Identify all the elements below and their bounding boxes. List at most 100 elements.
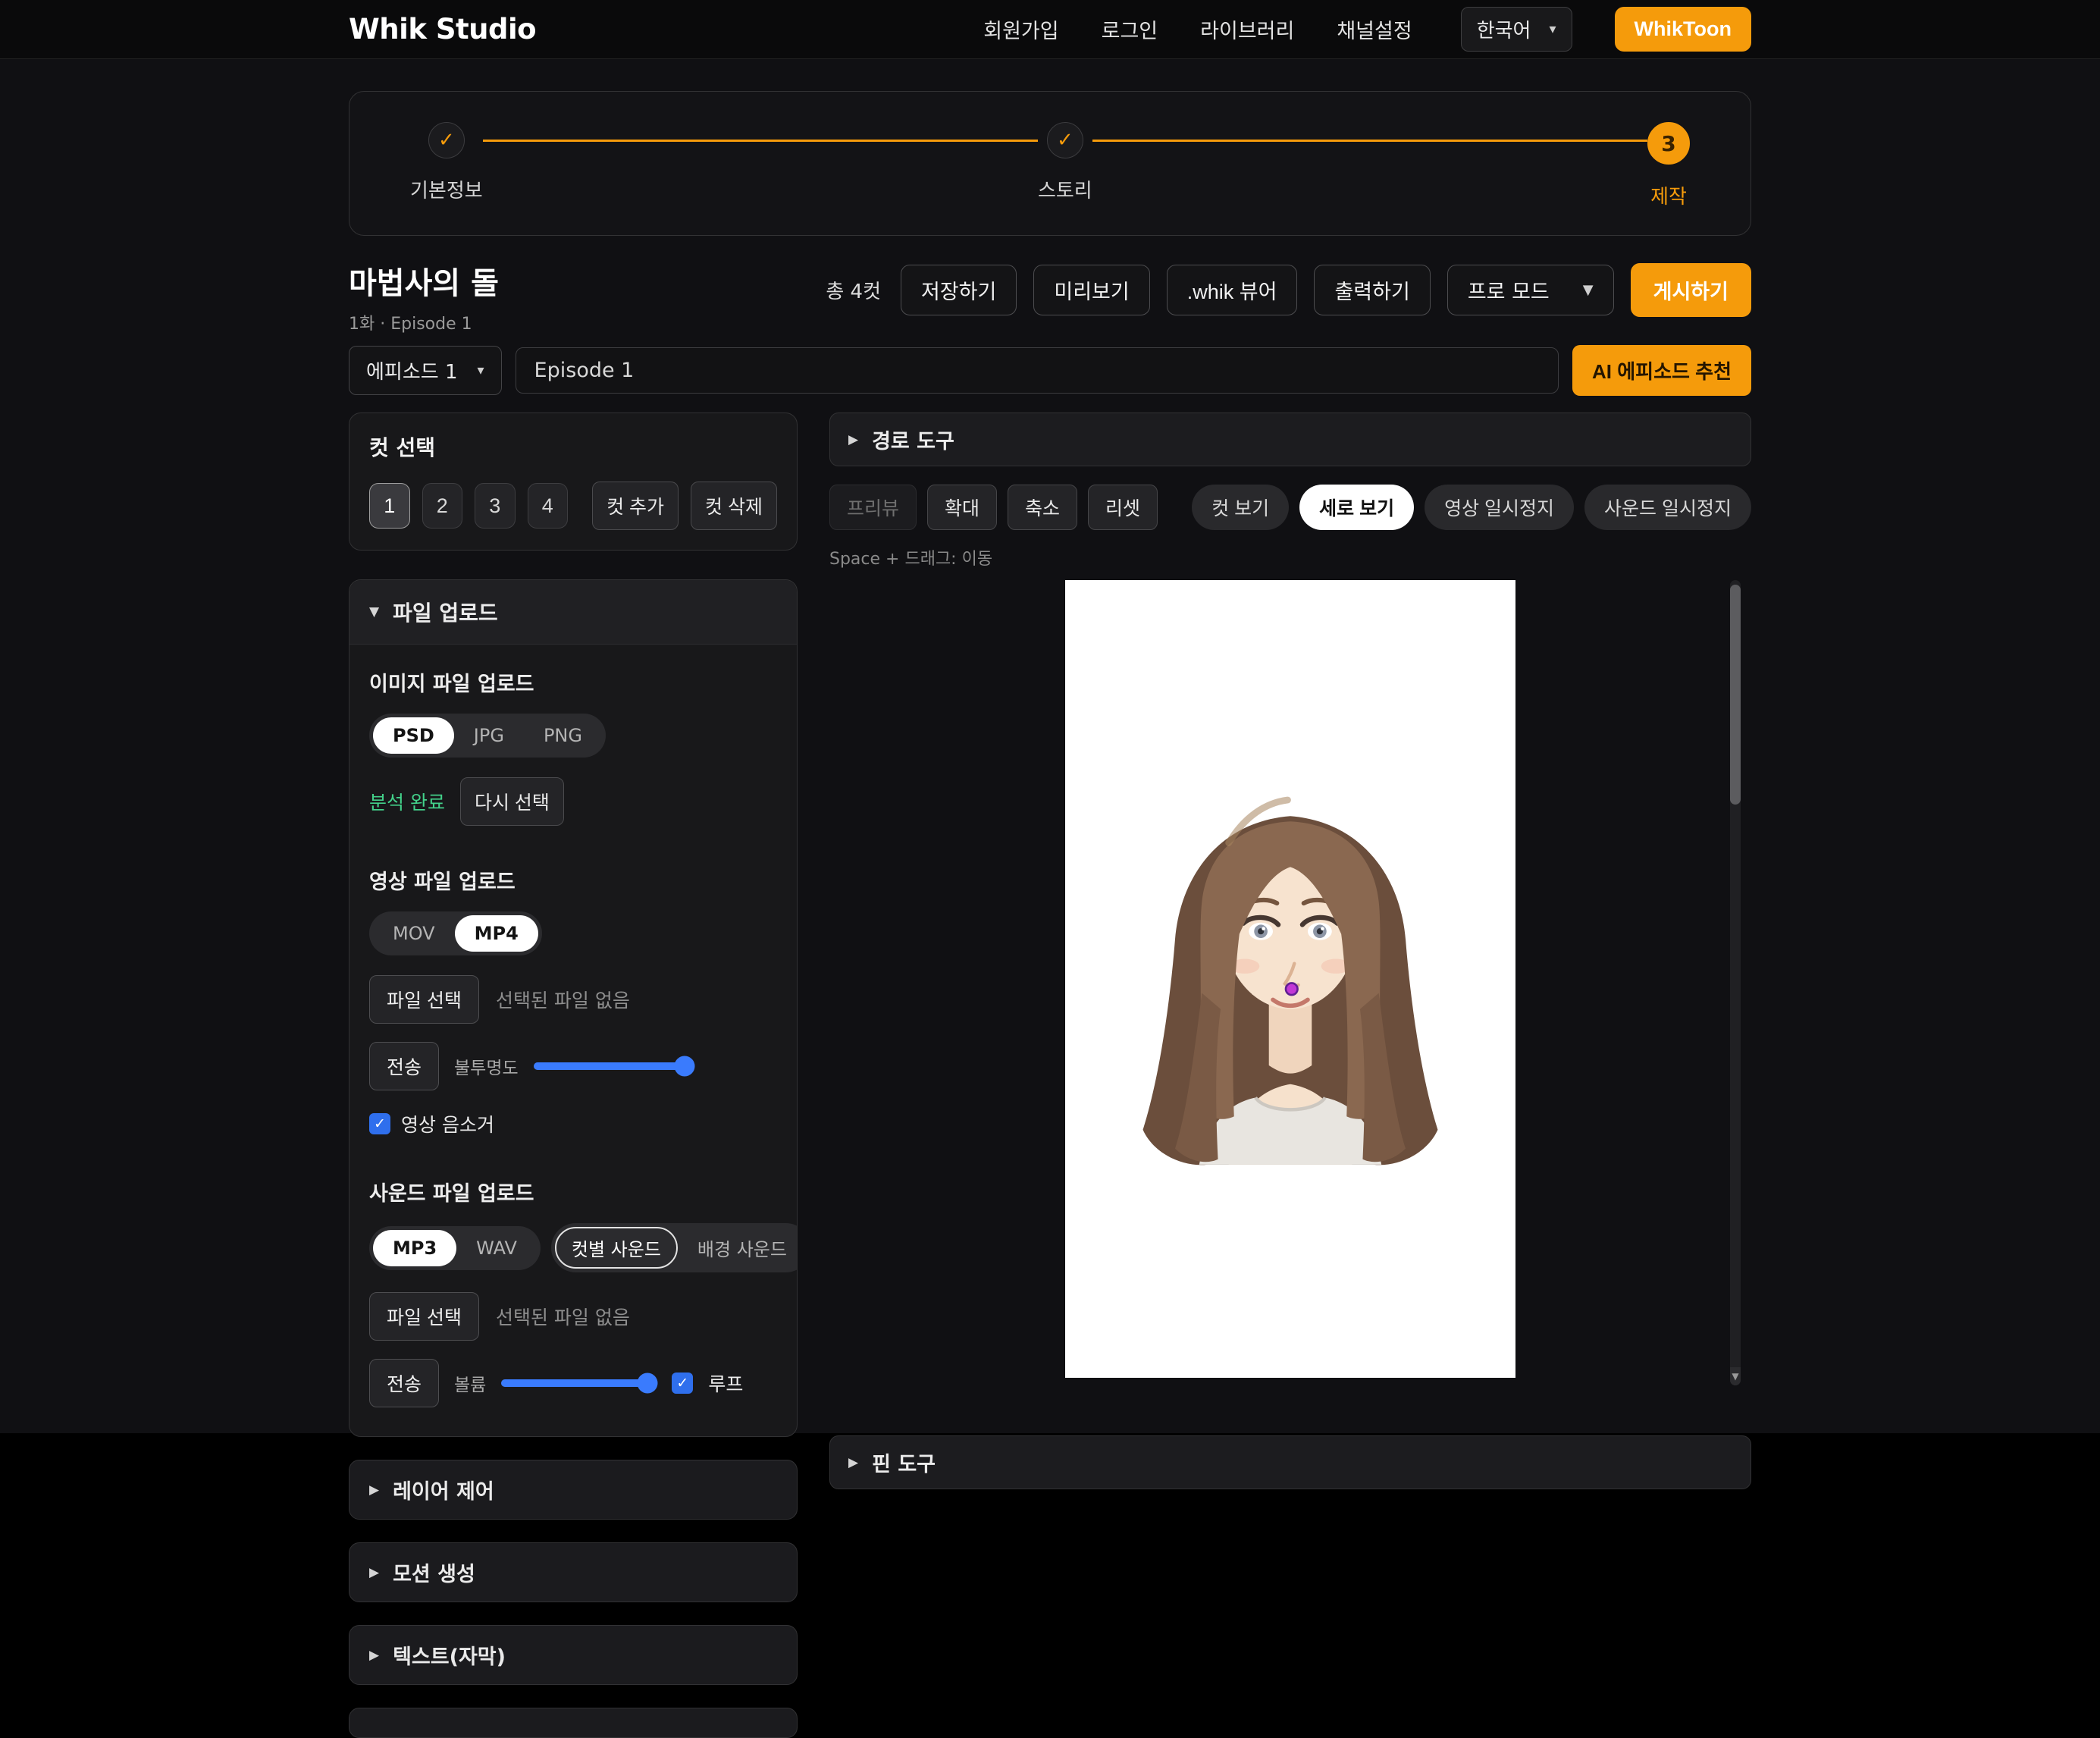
cut-view-button[interactable]: 컷 보기	[1192, 485, 1289, 530]
title-block: 마법사의 돌 1화 · Episode 1	[349, 259, 499, 334]
slider-thumb[interactable]	[674, 1056, 694, 1077]
scrollbar-thumb[interactable]	[1730, 585, 1741, 805]
format-option-mov[interactable]: MOV	[373, 915, 455, 952]
canvas-column: ▶ 경로 도구 프리뷰 확대 축소 리셋 컷 보기 세로 보기 영상 일시정지 …	[829, 413, 1751, 1489]
cut-artboard-image[interactable]	[1065, 580, 1515, 1378]
triangle-right-icon: ▶	[848, 1455, 858, 1470]
cut-button-2[interactable]: 2	[422, 483, 463, 529]
loop-label: 루프	[708, 1369, 743, 1397]
whiktoon-button[interactable]: WhikToon	[1615, 7, 1751, 52]
step-label: 제작	[1650, 181, 1687, 209]
reset-button[interactable]: 리셋	[1088, 485, 1158, 530]
video-pause-button[interactable]: 영상 일시정지	[1425, 485, 1574, 530]
step-production[interactable]: 3 제작	[1647, 122, 1690, 209]
triangle-down-icon: ▼	[1583, 282, 1594, 298]
canvas-scrollbar[interactable]: ▼	[1730, 580, 1741, 1385]
reselect-button[interactable]: 다시 선택	[460, 777, 564, 826]
sound-send-button[interactable]: 전송	[369, 1359, 439, 1407]
scrollbar-down-arrow-icon[interactable]: ▼	[1730, 1367, 1741, 1385]
step-connector-line	[483, 140, 1038, 142]
loop-checkbox[interactable]: ✓	[672, 1373, 693, 1394]
export-button[interactable]: 출력하기	[1314, 265, 1430, 315]
nav-item-signup[interactable]: 회원가입	[983, 14, 1058, 44]
preview-tool-button[interactable]: 프리뷰	[829, 485, 917, 530]
path-tool-title: 경로 도구	[872, 425, 954, 454]
cut-button-4[interactable]: 4	[528, 483, 569, 529]
video-send-button[interactable]: 전송	[369, 1042, 439, 1090]
whik-viewer-button[interactable]: .whik 뷰어	[1167, 265, 1298, 315]
title-row: 마법사의 돌 1화 · Episode 1 총 4컷 저장하기 미리보기 .wh…	[349, 259, 1751, 334]
ai-episode-suggest-button[interactable]: AI 에피소드 추천	[1572, 345, 1751, 396]
section-label: 모션 생성	[393, 1558, 475, 1587]
save-button[interactable]: 저장하기	[901, 265, 1017, 315]
mode-select-value: 프로 모드	[1468, 275, 1550, 305]
video-no-file-text: 선택된 파일 없음	[496, 986, 630, 1013]
cut-button-1[interactable]: 1	[369, 483, 410, 529]
motion-generate-section[interactable]: ▶ 모션 생성	[349, 1542, 798, 1602]
step-check-icon: ✓	[428, 122, 465, 158]
left-sidebar: 컷 선택 1 2 3 4 컷 추가 컷 삭제 ▼ 파일 업로드	[349, 413, 798, 1738]
path-tool-header[interactable]: ▶ 경로 도구	[829, 413, 1751, 466]
language-select[interactable]: 한국어 ▾	[1461, 7, 1572, 52]
format-option-mp3[interactable]: MP3	[373, 1230, 456, 1266]
brand-logo: Whik Studio	[349, 13, 536, 45]
format-option-jpg[interactable]: JPG	[454, 717, 524, 754]
publish-button[interactable]: 게시하기	[1631, 263, 1751, 317]
clipped-section[interactable]	[349, 1708, 798, 1738]
sound-scope-segmented: 컷별 사운드 배경 사운드	[551, 1223, 798, 1272]
section-label: 레이어 제어	[393, 1475, 494, 1504]
volume-label: 볼륨	[454, 1370, 486, 1396]
file-upload-panel: ▼ 파일 업로드 이미지 파일 업로드 PSD JPG PNG	[349, 579, 798, 1437]
cut-button-3[interactable]: 3	[475, 483, 516, 529]
canvas-toolbar: 프리뷰 확대 축소 리셋 컷 보기 세로 보기 영상 일시정지 사운드 일시정지	[829, 485, 1751, 530]
canvas-drag-hint: Space + 드래그: 이동	[829, 545, 1751, 569]
pin-tool-header[interactable]: ▶ 핀 도구	[829, 1435, 1751, 1489]
nav-item-library[interactable]: 라이브러리	[1200, 14, 1294, 44]
chevron-down-icon: ▾	[1549, 21, 1556, 37]
sound-upload-section: 사운드 파일 업로드 MP3 WAV 컷별 사운드 배경 사운드	[369, 1177, 777, 1407]
title-actions: 총 4컷 저장하기 미리보기 .whik 뷰어 출력하기 프로 모드 ▼ 게시하…	[826, 263, 1751, 317]
zoom-out-button[interactable]: 축소	[1008, 485, 1077, 530]
format-option-psd[interactable]: PSD	[373, 717, 454, 754]
nav-item-channel-settings[interactable]: 채널설정	[1337, 14, 1412, 44]
sound-no-file-text: 선택된 파일 없음	[496, 1303, 630, 1330]
layer-control-section[interactable]: ▶ 레이어 제어	[349, 1460, 798, 1520]
text-subtitle-section[interactable]: ▶ 텍스트(자막)	[349, 1625, 798, 1685]
slider-fill	[501, 1379, 647, 1387]
slider-thumb[interactable]	[638, 1373, 658, 1394]
preview-button[interactable]: 미리보기	[1033, 265, 1149, 315]
video-upload-section: 영상 파일 업로드 MOV MP4 파일 선택 선택된 파일 없음	[369, 865, 777, 1137]
step-number-badge: 3	[1647, 122, 1690, 165]
file-upload-header[interactable]: ▼ 파일 업로드	[349, 580, 797, 645]
delete-cut-button[interactable]: 컷 삭제	[691, 482, 777, 530]
video-upload-label: 영상 파일 업로드	[369, 865, 777, 895]
nav-item-login[interactable]: 로그인	[1102, 14, 1158, 44]
triangle-right-icon: ▶	[369, 1648, 379, 1663]
format-option-wav[interactable]: WAV	[456, 1230, 537, 1266]
sound-file-select-button[interactable]: 파일 선택	[369, 1292, 479, 1341]
format-option-png[interactable]: PNG	[524, 717, 602, 754]
triangle-right-icon: ▶	[369, 1565, 379, 1580]
episode-title-input[interactable]	[516, 347, 1559, 394]
sound-pause-button[interactable]: 사운드 일시정지	[1584, 485, 1751, 530]
image-upload-label: 이미지 파일 업로드	[369, 667, 777, 697]
section-label: 텍스트(자막)	[393, 1640, 506, 1670]
cut-count-label: 총 4컷	[826, 276, 881, 304]
step-basic-info[interactable]: ✓ 기본정보	[410, 122, 483, 203]
scope-option-per-cut[interactable]: 컷별 사운드	[555, 1227, 678, 1269]
canvas-viewport[interactable]: ▼	[829, 580, 1751, 1391]
video-mute-label: 영상 음소거	[401, 1110, 494, 1137]
page-title: 마법사의 돌	[349, 259, 499, 303]
vertical-view-button[interactable]: 세로 보기	[1299, 485, 1414, 530]
opacity-slider[interactable]	[534, 1062, 689, 1070]
mode-select[interactable]: 프로 모드 ▼	[1447, 265, 1614, 315]
step-story[interactable]: ✓ 스토리	[1038, 122, 1092, 203]
scope-option-background[interactable]: 배경 사운드	[678, 1227, 798, 1269]
video-file-select-button[interactable]: 파일 선택	[369, 975, 479, 1024]
add-cut-button[interactable]: 컷 추가	[592, 482, 679, 530]
format-option-mp4[interactable]: MP4	[455, 915, 538, 952]
zoom-in-button[interactable]: 확대	[927, 485, 997, 530]
volume-slider[interactable]	[501, 1379, 657, 1387]
episode-select[interactable]: 에피소드 1 ▾	[349, 346, 502, 395]
video-mute-checkbox[interactable]: ✓	[369, 1113, 390, 1134]
